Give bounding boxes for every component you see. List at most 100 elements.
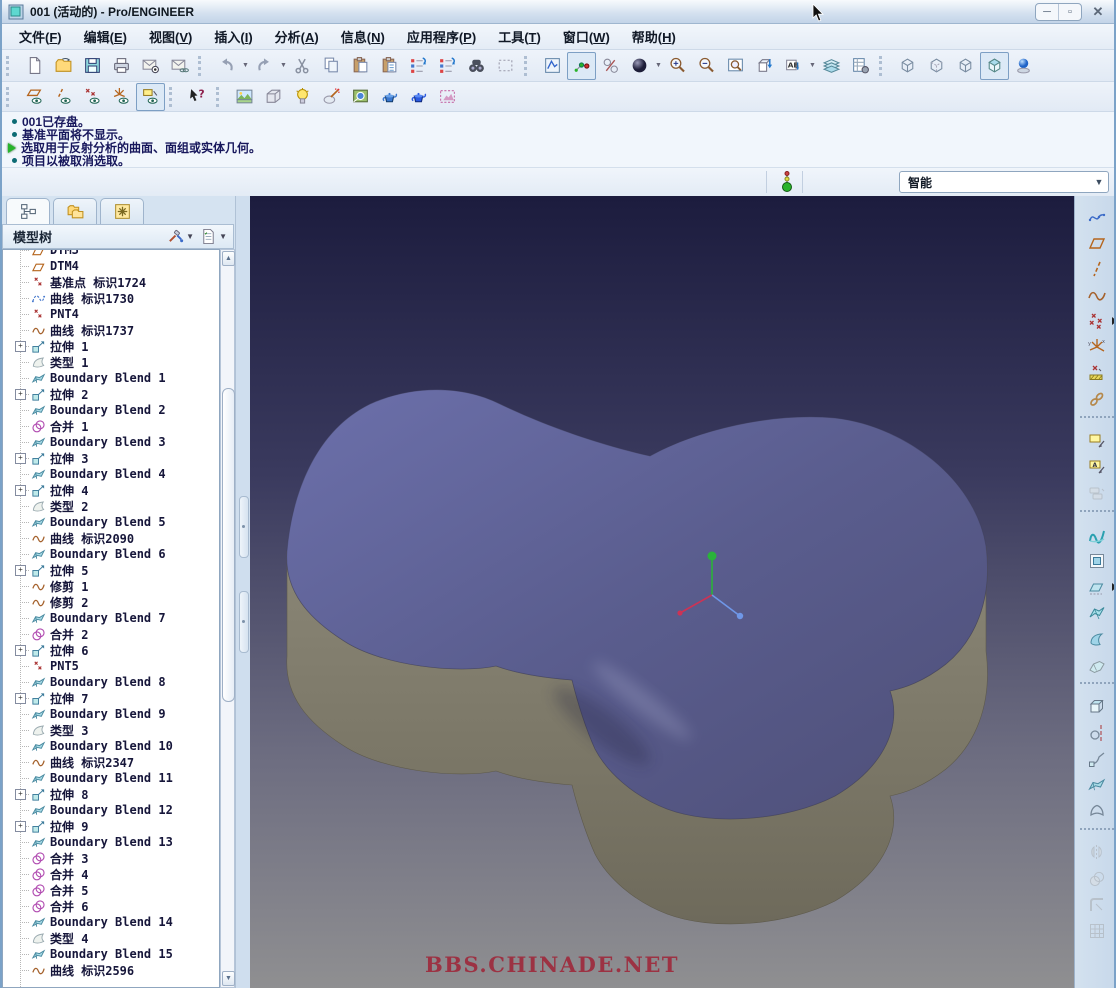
expand-icon[interactable]: + — [15, 789, 26, 800]
expand-icon[interactable]: + — [15, 485, 26, 496]
menu-V[interactable]: 视图(V) — [138, 24, 203, 49]
toolbar-grip[interactable] — [879, 55, 888, 76]
save-file-button[interactable] — [78, 52, 107, 80]
render-scene-button[interactable] — [230, 83, 259, 111]
paste-button[interactable] — [346, 52, 375, 80]
selection-filter-combo[interactable]: 智能 ▼ — [899, 171, 1109, 193]
menu-F[interactable]: 文件(F) — [8, 24, 73, 49]
tree-item[interactable]: Boundary Blend 13 — [3, 834, 219, 850]
render-region-button[interactable] — [433, 83, 462, 111]
layers-button[interactable] — [817, 52, 846, 80]
tree-item[interactable]: Boundary Blend 10 — [3, 738, 219, 754]
tree-item[interactable]: DTM3 — [3, 250, 219, 258]
perspective-view-button[interactable] — [259, 83, 288, 111]
toolbar-grip[interactable] — [524, 55, 533, 76]
expand-icon[interactable]: + — [15, 821, 26, 832]
menu-A[interactable]: 分析(A) — [264, 24, 330, 49]
annotation-feature-tool-button[interactable] — [1083, 454, 1111, 480]
zoom-fit-button[interactable] — [721, 52, 750, 80]
flyout-arrow-icon[interactable] — [1111, 583, 1114, 591]
datum-point-display-button[interactable] — [78, 83, 107, 111]
toolbar-grip[interactable] — [169, 86, 178, 107]
csys-tool-button[interactable] — [1083, 334, 1111, 360]
tree-item[interactable]: Boundary Blend 14 — [3, 914, 219, 930]
tree-item[interactable]: Boundary Blend 7 — [3, 610, 219, 626]
tree-item[interactable]: 合并 6 — [3, 898, 219, 914]
toolbar-grip[interactable] — [216, 86, 225, 107]
find-button[interactable] — [462, 52, 491, 80]
tree-item[interactable]: Boundary Blend 12 — [3, 802, 219, 818]
redo-dropdown[interactable]: ▼ — [279, 53, 288, 79]
tree-item[interactable]: 曲线 标识1737 — [3, 322, 219, 338]
regenerate-button[interactable] — [404, 52, 433, 80]
expand-icon[interactable]: + — [15, 565, 26, 576]
fill-surface-tool-button[interactable] — [1083, 548, 1111, 574]
tree-item[interactable]: 曲线 标识1730 — [3, 290, 219, 306]
pattern-tool-button[interactable] — [1083, 918, 1111, 944]
tab-model-tree[interactable] — [6, 198, 50, 224]
context-help-button[interactable] — [183, 83, 212, 111]
new-file-button[interactable] — [20, 52, 49, 80]
toolbar-grip[interactable] — [6, 86, 15, 107]
annotation-display-button[interactable] — [779, 52, 808, 80]
datum-point-tool-button[interactable] — [1083, 308, 1114, 334]
variable-section-sweep-tool-button[interactable] — [1083, 626, 1111, 652]
tree-item[interactable]: 合并 1 — [3, 418, 219, 434]
undo-button[interactable] — [212, 52, 241, 80]
expand-icon[interactable]: + — [15, 341, 26, 352]
boundary-surface-tool-button[interactable] — [1083, 574, 1114, 600]
select-region-button[interactable] — [491, 52, 520, 80]
tree-item[interactable]: 合并 2 — [3, 626, 219, 642]
boundary-blend-tool-button[interactable] — [1083, 772, 1111, 798]
tree-item[interactable]: Boundary Blend 9 — [3, 706, 219, 722]
open-file-button[interactable] — [49, 52, 78, 80]
menu-T[interactable]: 工具(T) — [487, 24, 552, 49]
mirror-tool-button[interactable] — [1083, 840, 1111, 866]
render-window-button[interactable] — [404, 83, 433, 111]
send-link-button[interactable] — [165, 52, 194, 80]
datum-axis-display-button[interactable] — [49, 83, 78, 111]
annotation-tool-button[interactable] — [1083, 428, 1111, 454]
model-tree-scrollbar[interactable]: ▲ ▼ — [220, 249, 235, 988]
tree-item[interactable]: 类型 4 — [3, 930, 219, 946]
tree-item[interactable]: Boundary Blend 4 — [3, 466, 219, 482]
menu-H[interactable]: 帮助(H) — [621, 24, 687, 49]
flyout-arrow-icon[interactable] — [1111, 317, 1114, 325]
toolbar-grip[interactable] — [198, 55, 207, 76]
display-no-hidden-button[interactable] — [951, 52, 980, 80]
undo-dropdown[interactable]: ▼ — [241, 53, 250, 79]
style-tool-button[interactable] — [1083, 522, 1111, 548]
sketch-tool-button[interactable] — [1083, 360, 1111, 386]
toolbar-grip[interactable] — [6, 55, 15, 76]
menu-I[interactable]: 插入(I) — [203, 24, 263, 49]
tree-item[interactable]: + 拉伸 6 — [3, 642, 219, 658]
sketched-curve-tool-button[interactable] — [1083, 282, 1111, 308]
datum-plane-tool-button[interactable] — [1083, 230, 1111, 256]
render-model-button[interactable] — [375, 83, 404, 111]
tree-item[interactable]: DTM4 — [3, 258, 219, 274]
tree-item[interactable]: PNT4 — [3, 306, 219, 322]
tree-item[interactable]: 类型 1 — [3, 354, 219, 370]
tree-item[interactable]: 类型 3 — [3, 722, 219, 738]
extrude-tool-button[interactable] — [1083, 694, 1111, 720]
tree-item[interactable]: 曲线 标识2090 — [3, 530, 219, 546]
expand-icon[interactable]: + — [15, 645, 26, 656]
tree-item[interactable]: Boundary Blend 3 — [3, 434, 219, 450]
tree-item[interactable]: 合并 5 — [3, 882, 219, 898]
tree-item[interactable]: 曲线 标识2347 — [3, 754, 219, 770]
regenerate-custom-button[interactable] — [433, 52, 462, 80]
tree-item[interactable]: PNT5 — [3, 658, 219, 674]
tree-item[interactable]: 修剪 1 — [3, 578, 219, 594]
tree-settings-button[interactable]: ▼ — [167, 228, 194, 245]
annotation-display-toggle-button[interactable] — [136, 82, 165, 111]
send-mail-button[interactable] — [136, 52, 165, 80]
tree-item[interactable]: + 拉伸 4 — [3, 482, 219, 498]
redo-button[interactable] — [250, 52, 279, 80]
copy-button[interactable] — [317, 52, 346, 80]
scrollbar-thumb[interactable] — [222, 388, 235, 702]
tree-item[interactable]: + 拉伸 1 — [3, 338, 219, 354]
tree-item[interactable]: + 拉伸 3 — [3, 450, 219, 466]
tree-item[interactable]: 基准点 标识1724 — [3, 274, 219, 290]
display-shaded-button[interactable] — [980, 51, 1009, 80]
sweep-tool-button[interactable] — [1083, 746, 1111, 772]
